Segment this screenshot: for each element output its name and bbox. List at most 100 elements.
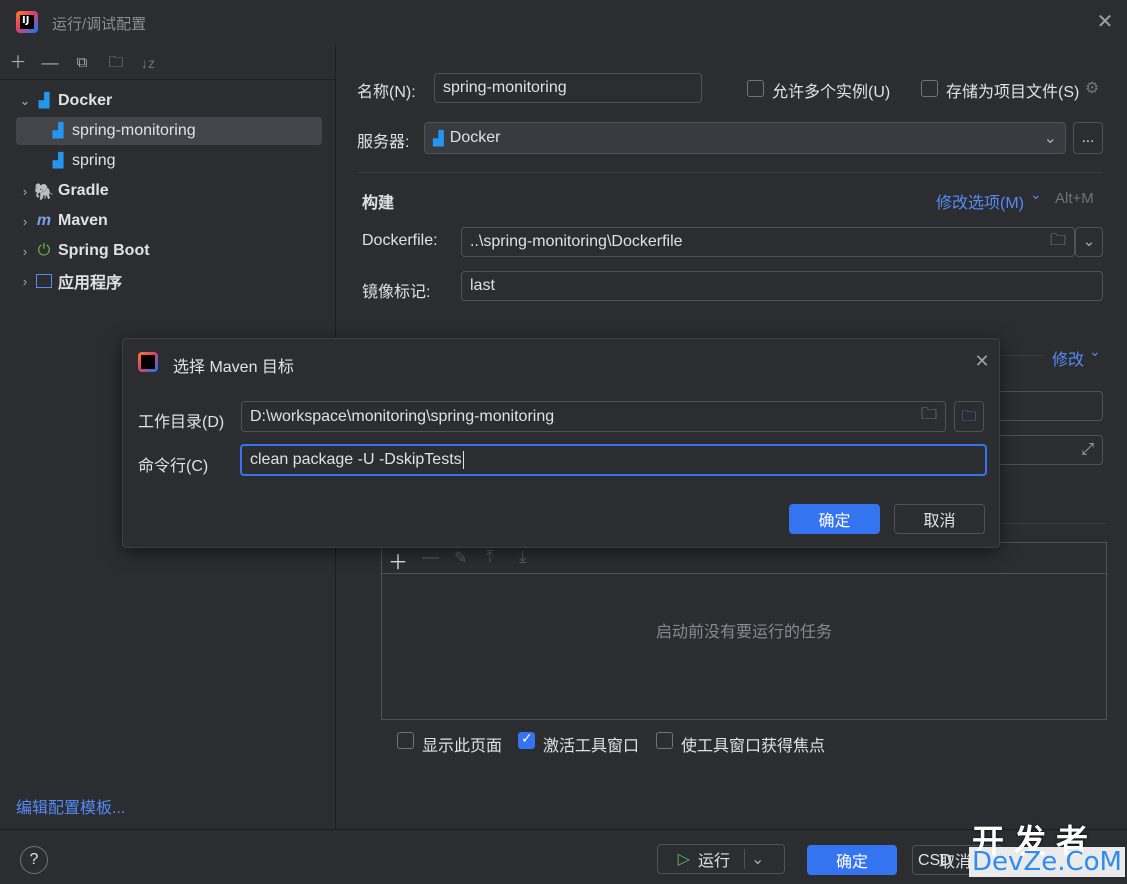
title-bar [0,0,1127,46]
server-label: 服务器: [357,134,410,151]
tree-node-gradle[interactable]: › 🐘 Gradle [16,177,322,205]
image-tag-label: 镜像标记: [362,284,431,301]
dockerfile-input[interactable]: ..\spring-monitoring\Dockerfile 🗀 [461,227,1075,257]
module-folder-button[interactable]: 🗀 [954,401,984,432]
intellij-logo-icon: IJ [16,11,38,33]
image-tag-input[interactable]: last [461,271,1103,301]
allow-multiple-checkbox[interactable] [747,80,764,97]
docker-icon: ▟ [433,129,444,146]
divider [1000,523,1107,524]
empty-tasks-text: 启动前没有要运行的任务 [656,624,833,641]
close-icon[interactable]: ✕ [972,351,992,373]
expand-icon[interactable]: ⤢ [1081,441,1094,459]
new-folder-icon[interactable]: 🗀 [105,52,127,74]
edit-templates-link[interactable]: 编辑配置模板... [16,794,125,818]
dockerfile-dropdown-button[interactable]: ⌄ [1075,227,1103,257]
activate-tool-window-checkbox[interactable] [518,730,535,749]
modify-link[interactable]: 修改 [1052,346,1084,370]
chevron-right-icon[interactable]: › [16,274,34,289]
modify-shortcut: Alt+M [1055,190,1094,207]
watermark-partial-text: CSD [918,852,952,869]
tree-node-label: Docker [58,92,113,109]
divider [1000,355,1044,356]
tree-node-label: spring [72,152,116,169]
modify-options-link[interactable]: 修改选项(M) [936,189,1024,213]
chevron-down-icon[interactable]: ⌄ [1089,343,1101,360]
add-icon[interactable]: ＋ [7,52,29,74]
hidden-input[interactable] [990,391,1103,421]
gradle-icon: 🐘 [34,184,54,201]
server-select[interactable]: ▟ Docker ⌄ [424,122,1066,154]
workdir-input[interactable]: D:\workspace\monitoring\spring-monitorin… [241,401,946,432]
dialog-ok-button[interactable]: 确定 [789,504,880,534]
docker-icon: ▟ [38,92,50,108]
tree-node-spring-boot[interactable]: › ⏻ Spring Boot [16,237,322,265]
chevron-down-icon[interactable]: ⌄ [1030,186,1042,203]
focus-tool-window-checkbox[interactable] [656,732,673,749]
help-button[interactable]: ? [20,846,48,874]
intellij-logo-icon [138,352,158,372]
store-as-file-checkbox[interactable] [921,80,938,97]
focus-tool-window-label: 使工具窗口获得焦点 [681,738,826,755]
cmdline-label: 命令行(C) [138,458,209,475]
show-page-label: 显示此页面 [422,738,503,755]
build-section-title: 构建 [362,195,395,212]
store-as-file-label: 存储为项目文件(S) [946,84,1080,101]
dockerfile-value: ..\spring-monitoring\Dockerfile [470,233,683,250]
run-label: 运行 [697,853,730,870]
chevron-down-icon: ⌄ [1043,130,1057,147]
tree-node-label: Spring Boot [58,242,150,259]
docker-icon: ▟ [52,122,64,138]
copy-icon[interactable]: ⧉ [71,52,93,74]
add-icon[interactable]: ＋ [388,546,408,575]
dialog-title: 选择 Maven 目标 [173,359,294,376]
spring-boot-icon: ⏻ [37,242,51,259]
dialog-cancel-button[interactable]: 取消 [894,504,985,534]
application-icon [34,272,54,290]
docker-icon: ▟ [52,152,64,168]
run-icon: ▷ [677,851,690,868]
tree-node-spring-monitoring[interactable]: ▟ spring-monitoring [16,117,322,145]
folder-icon[interactable]: 🗀 [921,403,937,430]
chevron-right-icon[interactable]: › [16,244,34,259]
gear-icon[interactable]: ⚙ [1085,78,1099,98]
allow-multiple-label: 允许多个实例(U) [772,84,891,101]
workdir-value: D:\workspace\monitoring\spring-monitorin… [250,407,555,425]
watermark-bottom: DevZe.CoM [969,847,1125,877]
tree-node-application[interactable]: › 应用程序 [16,267,322,295]
dockerfile-label: Dockerfile: [362,232,438,249]
folder-icon[interactable]: 🗀 [1050,229,1066,256]
workdir-label: 工作目录(D) [138,414,225,431]
show-page-checkbox[interactable] [397,732,414,749]
chevron-down-icon[interactable]: ⌄ [743,849,764,869]
tree-node-spring[interactable]: ▟ spring [16,147,322,175]
hidden-expand-input[interactable]: ⤢ [990,435,1103,465]
tree-node-label: Gradle [58,182,109,199]
move-down-icon[interactable]: ⤓ [519,547,527,567]
server-more-button[interactable]: ... [1073,122,1103,154]
divider [357,172,1103,173]
tree-node-maven[interactable]: › m Maven [16,207,322,235]
activate-tool-window-label: 激活工具窗口 [543,738,640,755]
remove-icon[interactable]: — [422,547,439,567]
name-label: 名称(N): [357,84,416,101]
name-input[interactable]: spring-monitoring [434,73,702,103]
edit-icon[interactable]: ✎ [454,548,467,568]
chevron-down-icon[interactable]: ⌄ [16,93,34,109]
server-value: Docker [449,129,501,146]
tree-node-docker[interactable]: ⌄ ▟ Docker [16,87,322,115]
ok-button[interactable]: 确定 [807,845,897,875]
remove-icon[interactable]: — [39,52,61,74]
sort-icon[interactable]: ↓z [137,52,159,74]
chevron-right-icon[interactable]: › [16,184,34,199]
run-button[interactable]: ▷ 运行 ⌄ [657,844,785,874]
tree-node-label: Maven [58,212,108,229]
window-title: 运行/调试配置 [52,16,147,33]
move-up-icon[interactable]: ⤒ [486,547,494,567]
tree-node-label: 应用程序 [58,275,123,292]
text-cursor [462,451,464,469]
chevron-right-icon[interactable]: › [16,214,34,229]
config-tree-toolbar: ＋ — ⧉ 🗀 ↓z [0,46,336,80]
cmdline-input[interactable]: clean package -U -DskipTests [240,444,987,476]
close-icon[interactable]: ✕ [1094,10,1116,34]
